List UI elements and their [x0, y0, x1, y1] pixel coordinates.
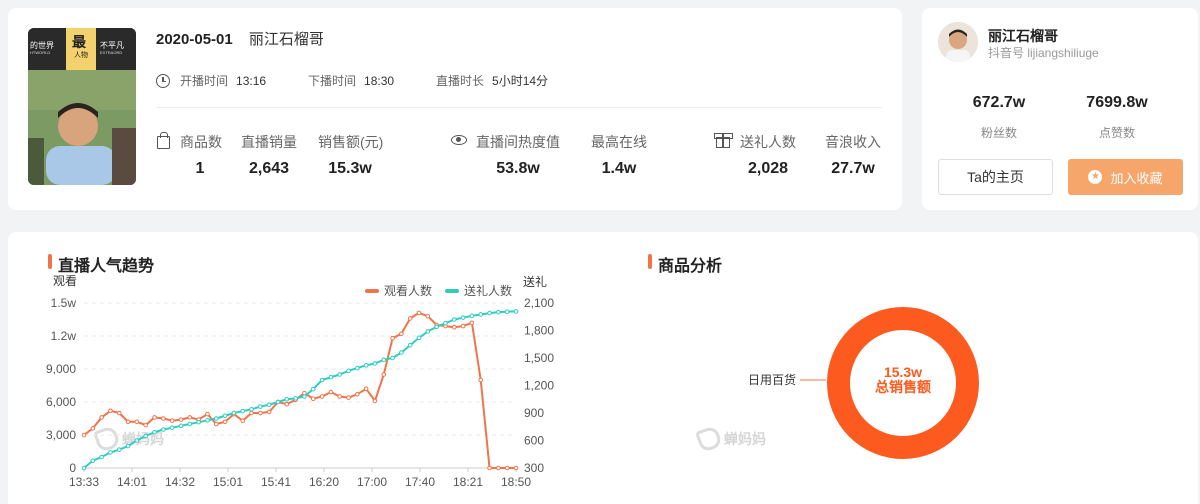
add-favorite-button-label: 加入收藏 — [1110, 170, 1163, 186]
end-time-group: 下播时间 18:30 — [308, 72, 394, 89]
stat-label-gift-count: 送礼人数 — [740, 134, 796, 150]
clock-icon — [156, 73, 170, 88]
fans-label: 粉丝数 — [980, 126, 1017, 140]
live-anchor-name[interactable]: 丽江石榴哥 — [249, 31, 324, 48]
end-time-value: 18:30 — [364, 73, 395, 88]
likes-label: 点赞数 — [1098, 126, 1135, 140]
live-info-card: 的世界 HTWORLD 最 人物 不平凡 EXTRAORD 2020-05-01… — [8, 8, 902, 210]
stat-label-product-count: 商品数 — [180, 134, 222, 150]
start-time-value: 13:16 — [236, 73, 267, 88]
duration-label: 直播时长 — [436, 74, 485, 88]
live-cover-image[interactable]: 的世界 HTWORLD 最 人物 不平凡 EXTRAORD — [28, 28, 136, 185]
live-title: 2020-05-01 丽江石榴哥 — [156, 28, 324, 49]
divider — [156, 107, 882, 108]
donut-category-label: 日用百货 — [748, 372, 796, 387]
product-donut-chart[interactable]: 日用百货 15.3w 总销售额 — [8, 232, 1198, 504]
eye-icon — [451, 135, 467, 145]
stat-label-sales-amount: 销售额(元) — [318, 134, 384, 150]
cover-text-mid: 最 — [72, 34, 86, 50]
cover-text-left-sub: HTWORLD — [30, 50, 51, 55]
host-card: 丽江石榴哥 抖音号 lijiangshiliuge 672.7w 7699.8w… — [922, 8, 1198, 210]
donut-center-value: 15.3w — [884, 364, 922, 380]
live-date: 2020-05-01 — [156, 31, 233, 48]
host-homepage-button-label: Ta的主页 — [967, 169, 1024, 185]
stat-label-peak-online: 最高在线 — [591, 134, 647, 150]
duration-value: 5小时14分 — [492, 74, 549, 88]
cover-text-right-sub: EXTRAORD — [100, 50, 123, 55]
stat-label-heat: 直播间热度值 — [476, 134, 560, 150]
star-icon: ★ — [1088, 170, 1103, 184]
avatar[interactable] — [938, 22, 978, 62]
end-time-label: 下播时间 — [308, 74, 357, 88]
stat-value-income: 27.7w — [831, 160, 875, 177]
host-homepage-button[interactable]: Ta的主页 — [938, 159, 1053, 195]
stat-label-income: 音浪收入 — [825, 134, 881, 150]
stat-value-product-count: 1 — [195, 160, 205, 177]
duration-group: 直播时长 5小时14分 — [436, 72, 548, 89]
gift-icon — [714, 133, 733, 148]
shopping-bag-icon — [157, 132, 170, 149]
stat-value-heat: 53.8w — [496, 160, 540, 177]
stat-value-sales-amount: 15.3w — [328, 160, 372, 177]
stat-value-gift-count: 2,028 — [747, 160, 789, 177]
stat-value-peak-online: 1.4w — [601, 160, 637, 177]
likes-value: 7699.8w — [1086, 94, 1148, 111]
stat-label-sales-volume: 直播销量 — [241, 134, 297, 150]
start-time-group: 开播时间 13:16 — [156, 72, 266, 89]
analysis-card: 直播人气趋势 商品分析 观看人数 送礼人数 蝉妈妈 蝉妈妈 观看 送礼 0 3,0… — [8, 232, 1198, 504]
fans-value: 672.7w — [972, 94, 1026, 111]
stat-value-sales-volume: 2,643 — [248, 160, 290, 177]
start-time-label: 开播时间 — [180, 74, 229, 88]
donut-center-label: 总销售额 — [875, 379, 931, 395]
host-name[interactable]: 丽江石榴哥 — [988, 26, 1058, 46]
cover-text-mid-sub: 人物 — [74, 52, 88, 59]
add-favorite-button[interactable]: ★ 加入收藏 — [1068, 159, 1183, 195]
host-douyin-id: 抖音号 lijiangshiliuge — [988, 46, 1099, 60]
